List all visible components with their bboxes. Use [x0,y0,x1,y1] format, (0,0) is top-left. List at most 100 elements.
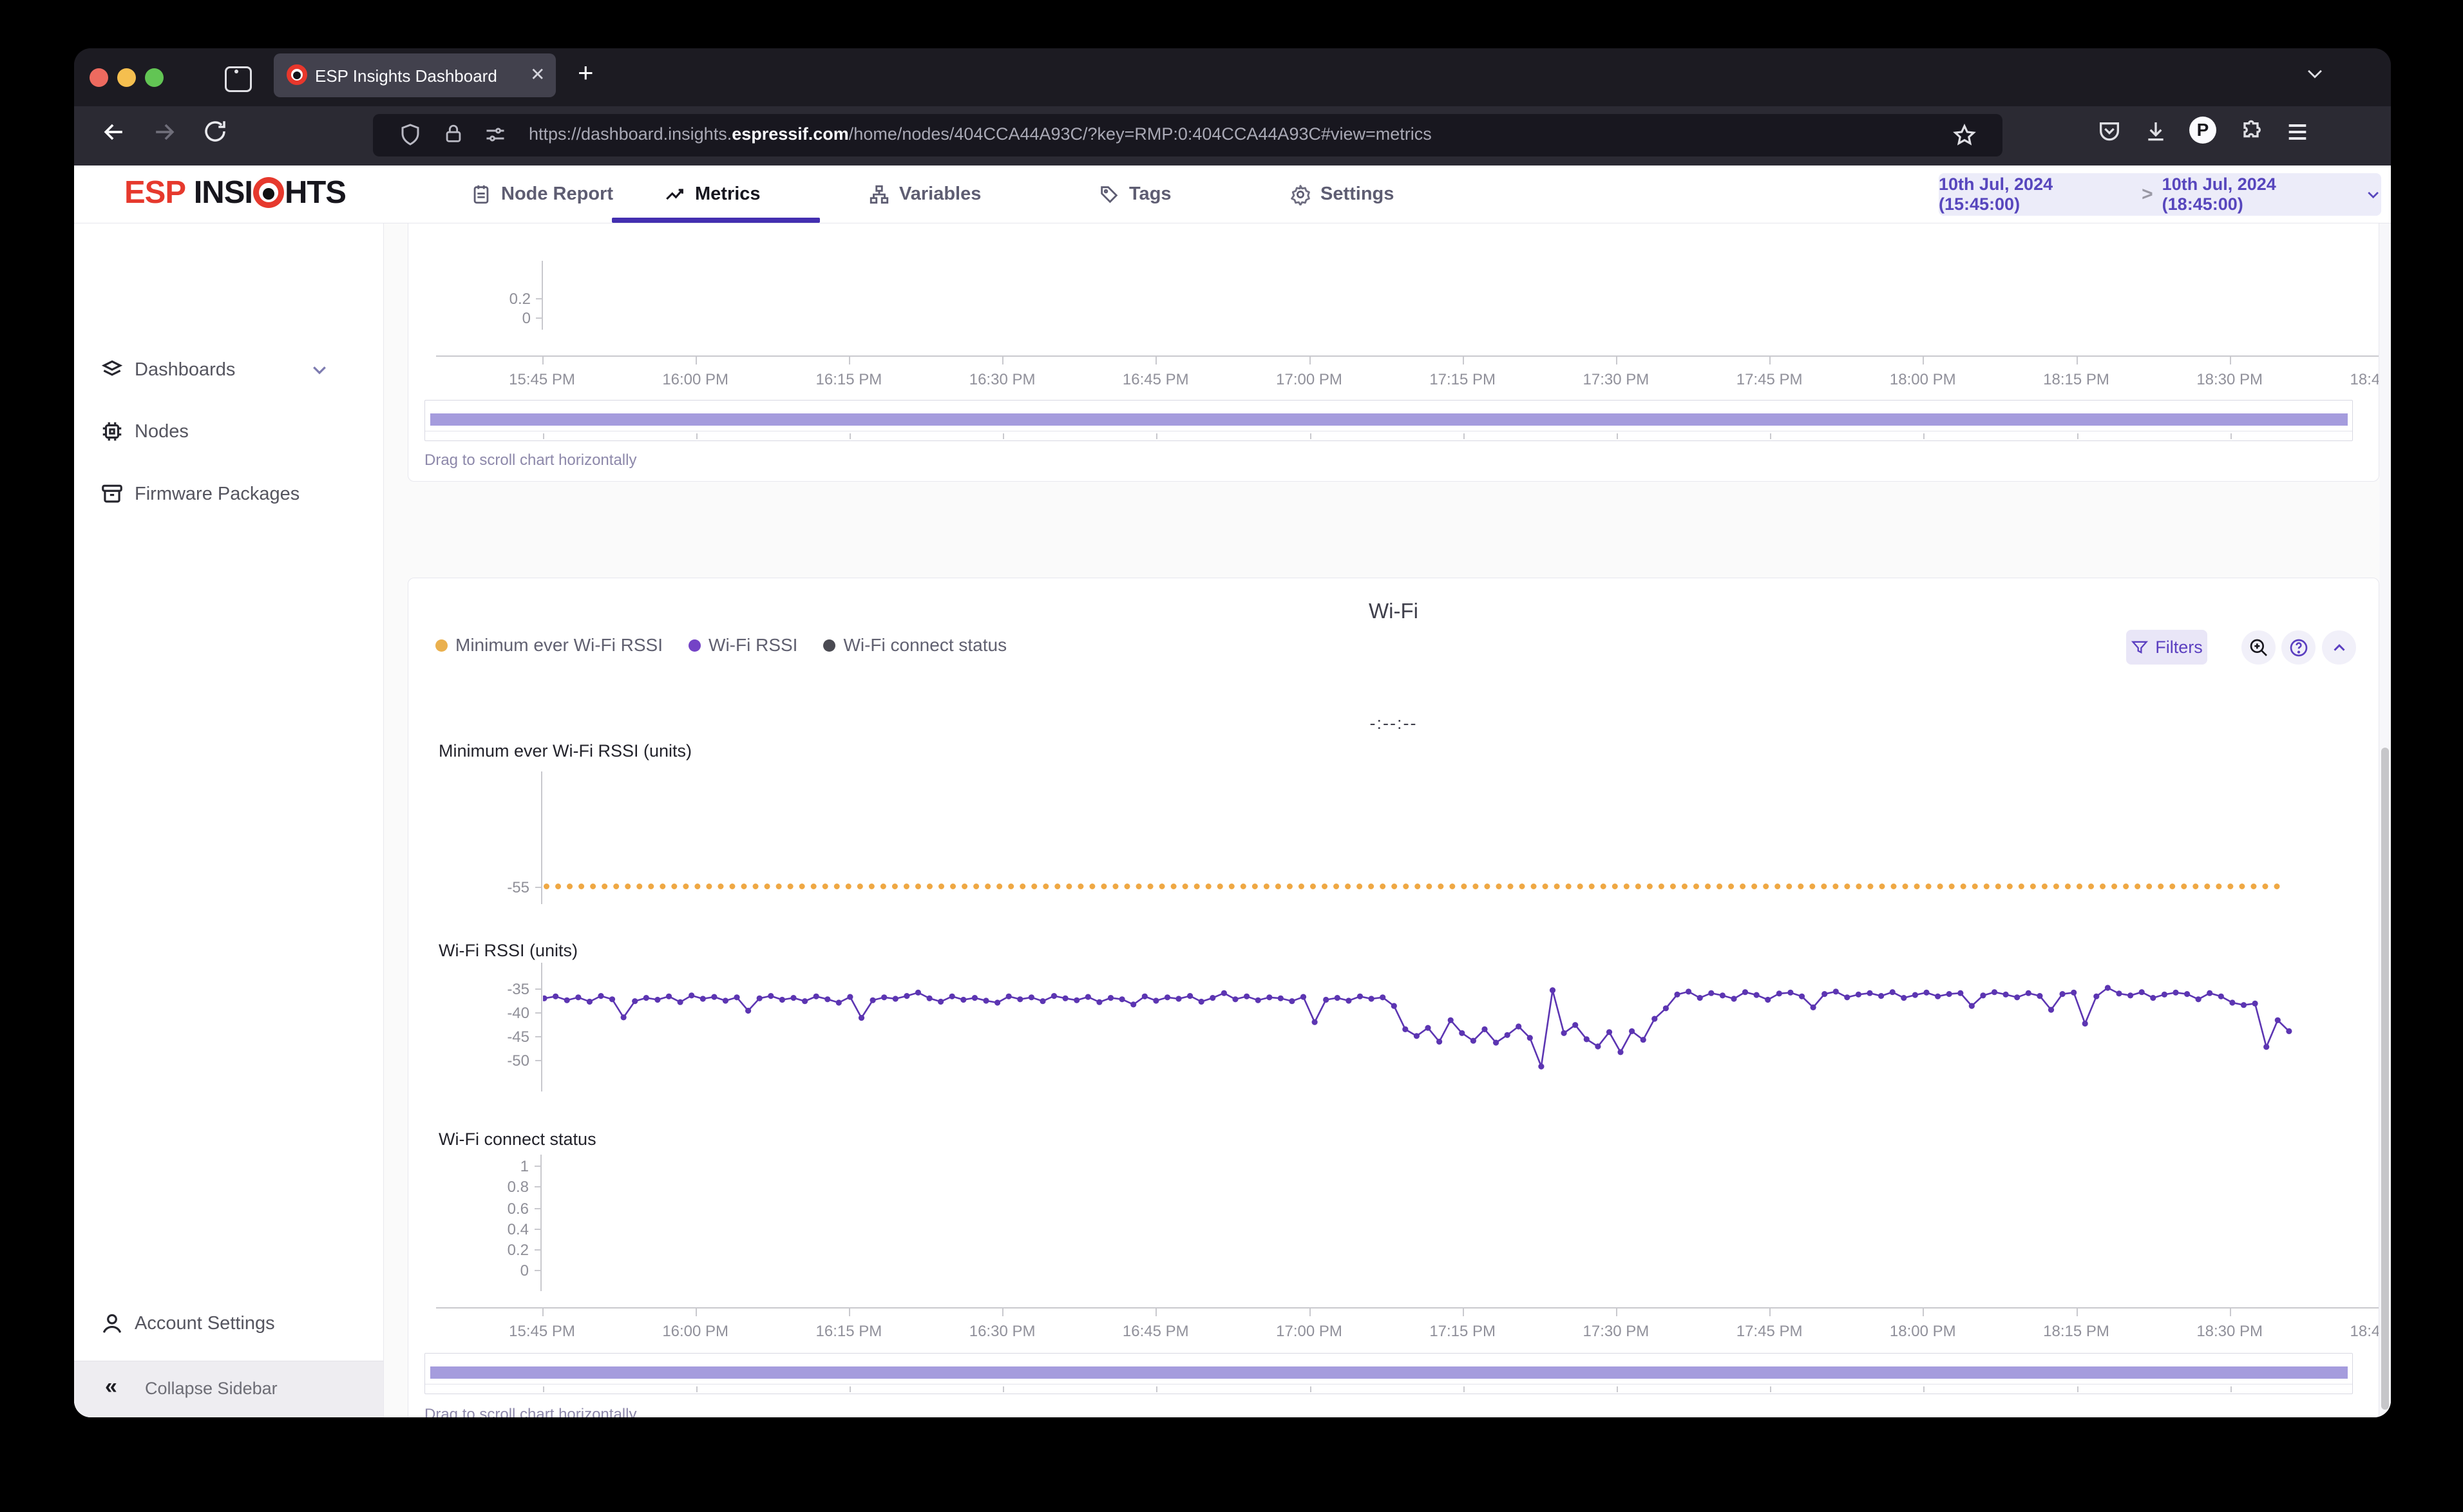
time-axis-label: 15:45 PM [509,1323,575,1340]
scrollbar-thumb[interactable] [430,413,2348,426]
window-close-button[interactable] [90,68,108,87]
new-tab-button[interactable]: + [578,57,594,88]
x-tick [2229,355,2231,364]
page-scrollbar-thumb[interactable] [2381,748,2389,1410]
collapse-section-button[interactable] [2322,630,2356,665]
tab-close-icon[interactable]: ✕ [530,64,545,85]
x-tick [2076,355,2078,364]
ruler-tick [849,1386,851,1392]
lock-icon[interactable] [442,123,464,145]
app-header: ESP INSI HTS Node Report Metrics Variable… [74,165,2391,223]
wifi-metrics-card: Wi-Fi Minimum ever Wi-Fi RSSI Wi-Fi RSSI… [408,578,2379,1417]
chevron-up-icon [2333,643,2345,651]
reload-button[interactable] [202,118,229,145]
ruler-tick [1770,433,1772,439]
y-tick-label: 0 [522,310,531,327]
time-axis-label: 16:15 PM [815,1323,882,1340]
downloads-icon[interactable] [2143,119,2169,145]
help-button[interactable] [2281,630,2316,665]
x-tick [1615,355,1617,364]
browser-window: ESP Insights Dashboard ✕ + https://dashb… [74,48,2391,1417]
permissions-sliders-icon[interactable] [484,123,507,146]
legend-item[interactable]: Wi-Fi connect status [823,635,1007,656]
chevron-down-icon [310,360,329,379]
collapse-sidebar-button[interactable]: « Collapse Sidebar [74,1361,383,1417]
chart-horizontal-scrollbar[interactable] [424,1353,2353,1394]
x-tick [1002,355,1004,364]
tab-settings[interactable]: Settings [1289,165,1394,223]
y-tick-label: 0.8 [507,1178,529,1196]
legend-item[interactable]: Minimum ever Wi-Fi RSSI [435,635,663,656]
extension-p-badge-icon[interactable]: P [2189,117,2216,144]
gear-icon [1291,184,1310,205]
ruler-tick [1463,1386,1465,1392]
sidebar-item-nodes[interactable]: Nodes [74,406,383,457]
time-axis-label: 17:30 PM [1583,371,1650,388]
scrollbar-ruler [425,431,2352,440]
time-axis: 15:45 PM 16:00 PM 16:15 PM 16:30 PM 16:45 PM… [408,1307,2379,1346]
ruler-tick [696,1386,698,1392]
insights-eye-icon [252,177,284,208]
package-icon [100,482,124,506]
browser-toolbar: https://dashboard.insights.espressif.com… [74,106,2391,165]
shield-icon[interactable] [399,123,422,146]
tab-node-report[interactable]: Node Report [470,165,613,223]
zoom-in-button[interactable] [2241,630,2276,665]
site-favicon-icon [287,64,307,85]
pocket-icon[interactable] [2097,119,2122,145]
time-axis-label: 18:00 PM [1889,1323,1956,1340]
sidebar-item-account-settings[interactable]: Account Settings [74,1298,383,1349]
filters-button[interactable]: Filters [2126,630,2207,665]
extensions-puzzle-icon[interactable] [2238,119,2264,145]
ruler-tick [849,433,851,439]
legend-dot-connect-status [823,639,836,652]
y-axis-line [542,261,543,330]
forward-button[interactable] [150,118,178,146]
page-vertical-scrollbar[interactable] [2379,223,2391,1417]
tab-overflow-chevron-icon[interactable] [2304,62,2326,84]
x-tick [542,355,544,364]
time-axis-label: 17:15 PM [1429,1323,1496,1340]
chart-legend: Minimum ever Wi-Fi RSSI Wi-Fi RSSI Wi-Fi… [435,635,1007,656]
tag-icon [1101,185,1118,203]
url-bar[interactable]: https://dashboard.insights.espressif.com… [373,114,2002,156]
esp-insights-logo[interactable]: ESP INSI HTS [124,175,347,211]
chart-horizontal-scrollbar[interactable] [424,400,2353,441]
chart-title: Wi-Fi connect status [439,1129,596,1149]
bookmark-star-icon[interactable] [1952,123,1977,147]
y-tick [535,1186,540,1187]
browser-tab[interactable]: ESP Insights Dashboard ✕ [274,53,556,97]
main-content: 0.2 0 15:45 PM 16:00 PM 16:15 PM 16:30 PM 16… [384,196,2391,1417]
sidebar-item-dashboards[interactable]: Dashboards [74,344,383,395]
legend-item[interactable]: Wi-Fi RSSI [689,635,797,656]
tab-variables[interactable]: Variables [868,165,981,223]
ruler-tick [1770,1386,1772,1392]
window-minimize-button[interactable] [117,68,136,87]
y-tick [535,1166,540,1167]
back-button[interactable] [100,118,128,146]
min-rssi-dotted-line [544,884,2281,889]
y-tick-label: -50 [507,1052,529,1070]
tab-metrics[interactable]: Metrics [664,165,761,223]
time-axis-label: 18:45 PM [2350,371,2379,388]
ruler-tick [542,433,544,439]
time-axis-label: 18:15 PM [2043,1323,2109,1340]
scrollbar-thumb[interactable] [430,1366,2348,1379]
x-tick [1462,1307,1464,1316]
y-tick-label: -35 [507,981,529,998]
ruler-tick [1003,433,1005,439]
x-tick [1309,355,1311,364]
date-range-picker[interactable]: 10th Jul, 2024 (15:45:00) > 10th Jul, 20… [1939,173,2381,216]
x-tick [848,355,850,364]
firefox-view-icon[interactable] [225,66,252,92]
sidebar-item-firmware-packages[interactable]: Firmware Packages [74,468,383,520]
menu-hamburger-icon[interactable] [2285,119,2310,145]
tab-tags[interactable]: Tags [1098,165,1172,223]
time-axis: 15:45 PM 16:00 PM 16:15 PM 16:30 PM 16:45 PM… [408,355,2379,394]
ruler-tick [1309,1386,1311,1392]
hover-timestamp: -:--:-- [1369,713,1418,733]
tab-title: ESP Insights Dashboard [315,66,497,86]
window-zoom-button[interactable] [145,68,164,87]
time-axis-label: 16:45 PM [1122,371,1189,388]
time-axis-label: 17:00 PM [1276,371,1342,388]
